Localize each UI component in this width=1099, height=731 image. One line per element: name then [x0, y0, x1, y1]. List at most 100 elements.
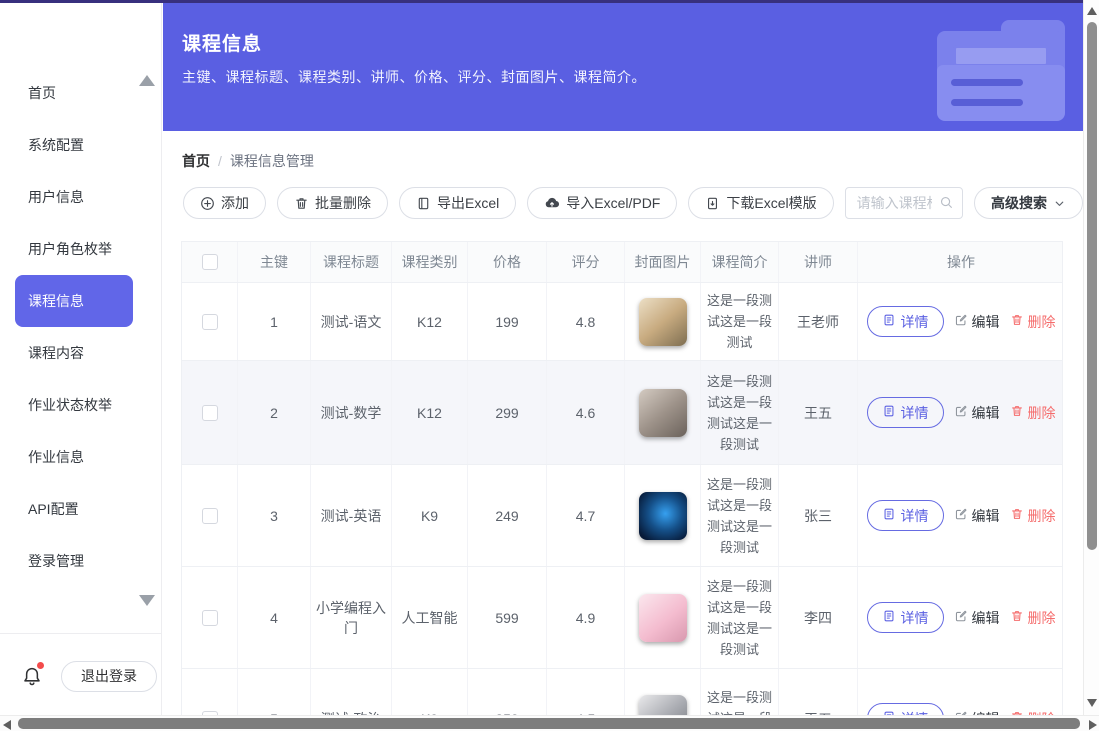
delete-label: 删除 [1028, 403, 1056, 423]
search-box [845, 187, 963, 219]
export-file-icon [416, 196, 431, 211]
add-button[interactable]: 添加 [183, 187, 266, 219]
detail-button[interactable]: 详情 [867, 703, 944, 715]
detail-label: 详情 [901, 506, 929, 526]
edit-button[interactable]: 编辑 [954, 506, 1000, 526]
course-table: 主键 课程标题 课程类别 价格 评分 封面图片 课程简介 讲师 操作 1 测试-… [181, 241, 1063, 715]
sidebar-item-course-info[interactable]: 课程信息 [15, 275, 133, 327]
edit-label: 编辑 [972, 506, 1000, 526]
cell-rating: 4.6 [547, 361, 625, 464]
detail-label: 详情 [901, 312, 929, 332]
folder-line [951, 99, 1023, 106]
export-excel-button[interactable]: 导出Excel [399, 187, 516, 219]
sidebar-item-user-role-enum[interactable]: 用户角色枚举 [0, 223, 162, 275]
advanced-search-button[interactable]: 高级搜索 [974, 187, 1083, 219]
breadcrumb-home[interactable]: 首页 [182, 151, 210, 171]
detail-button[interactable]: 详情 [867, 306, 944, 337]
course-cover-image [639, 594, 687, 642]
select-all-checkbox[interactable] [202, 254, 218, 270]
logout-button[interactable]: 退出登录 [61, 661, 157, 692]
sidebar-item-homework-info[interactable]: 作业信息 [0, 431, 162, 483]
horizontal-scrollbar-thumb[interactable] [18, 718, 1080, 729]
import-excel-button[interactable]: 导入Excel/PDF [527, 187, 677, 219]
batch-delete-button[interactable]: 批量删除 [277, 187, 388, 219]
sidebar-item-homework-status-enum[interactable]: 作业状态枚举 [0, 379, 162, 431]
sidebar-scroll-down-icon[interactable] [139, 595, 155, 606]
row-checkbox[interactable] [202, 610, 218, 626]
edit-button[interactable]: 编辑 [954, 608, 1000, 628]
cell-category: K9 [392, 669, 468, 715]
detail-doc-icon [882, 609, 896, 626]
column-header-actions: 操作 [858, 242, 1064, 282]
scroll-up-arrow-icon[interactable] [1087, 7, 1097, 15]
sidebar-item-label: 作业状态枚举 [28, 395, 112, 415]
delete-trash-icon [1010, 313, 1024, 330]
row-checkbox[interactable] [202, 508, 218, 524]
delete-trash-icon [1010, 507, 1024, 524]
cell-category: K9 [392, 465, 468, 566]
edit-pencil-icon [954, 313, 968, 330]
cell-category: K12 [392, 361, 468, 464]
breadcrumb: 首页 / 课程信息管理 [182, 151, 1083, 171]
table-row: 1 测试-语文 K12 199 4.8 这是一段测试这是一段测试 王老师 详情 … [182, 283, 1062, 361]
vertical-scrollbar-thumb[interactable] [1087, 22, 1097, 550]
import-excel-label: 导入Excel/PDF [566, 193, 660, 213]
window-chrome-bar [0, 0, 1099, 3]
edit-pencil-icon [954, 507, 968, 524]
sidebar-item-system-config[interactable]: 系统配置 [0, 119, 162, 171]
horizontal-scrollbar[interactable] [0, 715, 1099, 731]
trash-icon [294, 196, 309, 211]
notification-bell-icon[interactable] [21, 664, 43, 688]
folder-front [937, 65, 1065, 121]
cell-summary: 这是一段测试这是一段测试 [701, 669, 779, 715]
column-header-summary: 课程简介 [701, 242, 779, 282]
cell-rating: 4.8 [547, 283, 625, 360]
cell-teacher: 王五 [779, 669, 858, 715]
delete-button[interactable]: 删除 [1010, 608, 1056, 628]
row-checkbox[interactable] [202, 405, 218, 421]
delete-button[interactable]: 删除 [1010, 506, 1056, 526]
row-checkbox[interactable] [202, 314, 218, 330]
edit-button[interactable]: 编辑 [954, 403, 1000, 423]
folder-document [953, 45, 1049, 67]
toolbar: 添加 批量删除 导出Excel 导入Excel/PDF 下载Excel模版 [183, 187, 1083, 219]
detail-button[interactable]: 详情 [867, 397, 944, 428]
cell-id: 5 [238, 669, 311, 715]
sidebar-footer: 退出登录 [0, 651, 162, 701]
course-cover-image [639, 492, 687, 540]
cell-summary: 这是一段测试这是一段测试 [701, 283, 779, 360]
cell-price: 249 [468, 465, 547, 566]
scroll-left-arrow-icon[interactable] [3, 720, 11, 730]
download-template-button[interactable]: 下载Excel模版 [688, 187, 833, 219]
scroll-right-arrow-icon[interactable] [1089, 720, 1097, 730]
sidebar-item-home[interactable]: 首页 [0, 67, 162, 119]
edit-button[interactable]: 编辑 [954, 312, 1000, 332]
cell-price: 599 [468, 567, 547, 668]
edit-pencil-icon [954, 609, 968, 626]
cell-price: 199 [468, 283, 547, 360]
sidebar-item-user-info[interactable]: 用户信息 [0, 171, 162, 223]
sidebar-nav: 首页 系统配置 用户信息 用户角色枚举 课程信息 课程内容 作业状态枚举 作业信… [0, 67, 162, 587]
vertical-scrollbar[interactable] [1083, 0, 1099, 715]
add-button-label: 添加 [221, 193, 249, 213]
detail-button[interactable]: 详情 [867, 500, 944, 531]
detail-button[interactable]: 详情 [867, 602, 944, 633]
cell-teacher: 王五 [779, 361, 858, 464]
edit-label: 编辑 [972, 608, 1000, 628]
cell-price: 299 [468, 361, 547, 464]
search-icon[interactable] [939, 195, 954, 215]
course-cover-image [639, 695, 687, 716]
sidebar-item-course-content[interactable]: 课程内容 [0, 327, 162, 379]
cell-id: 2 [238, 361, 311, 464]
delete-button[interactable]: 删除 [1010, 312, 1056, 332]
cell-title: 小学编程入门 [311, 567, 392, 668]
sidebar-item-login-management[interactable]: 登录管理 [0, 535, 162, 587]
batch-delete-label: 批量删除 [315, 193, 371, 213]
chevron-down-icon [1053, 197, 1066, 210]
sidebar-item-api-config[interactable]: API配置 [0, 483, 162, 535]
delete-button[interactable]: 删除 [1010, 403, 1056, 423]
edit-pencil-icon [954, 404, 968, 421]
course-cover-image [639, 298, 687, 346]
download-template-label: 下载Excel模版 [726, 193, 816, 213]
scroll-down-arrow-icon[interactable] [1087, 699, 1097, 707]
